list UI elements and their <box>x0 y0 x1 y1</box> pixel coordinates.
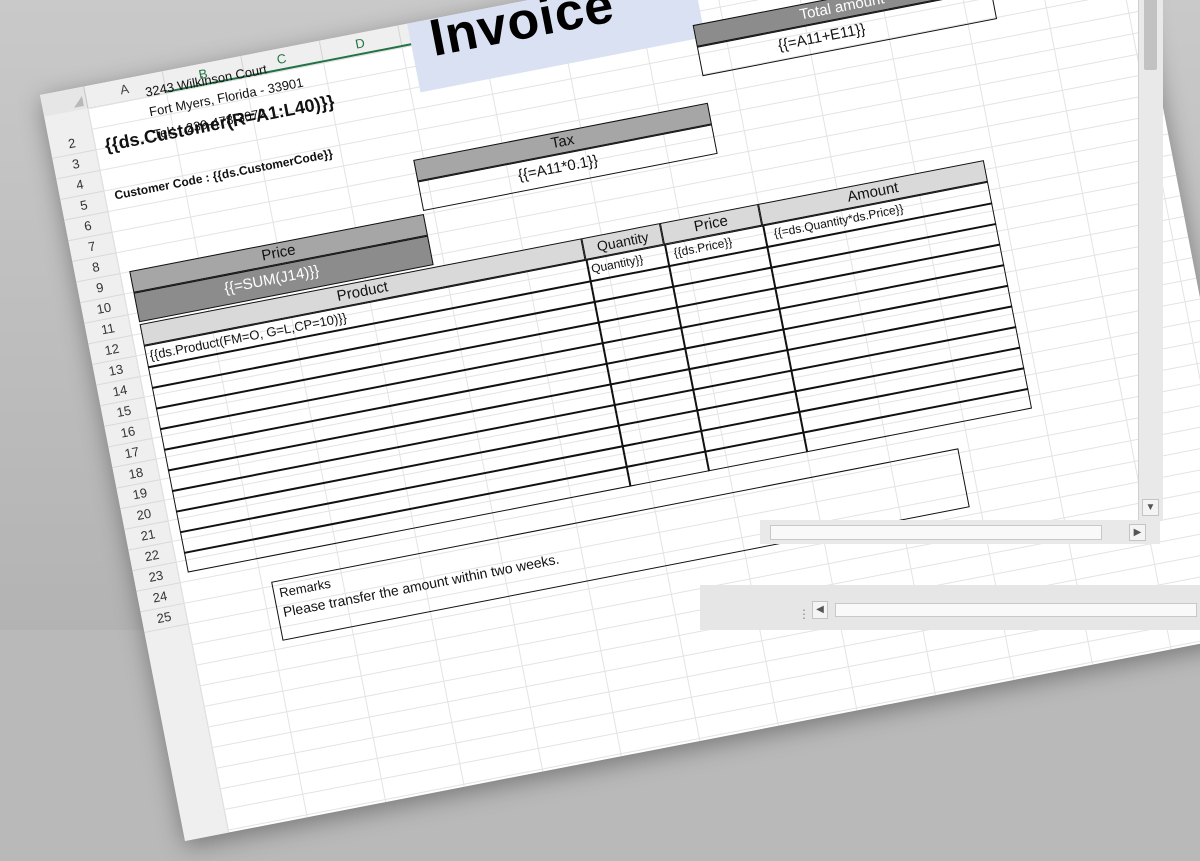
customer-code: Customer Code : {{ds.CustomerCode}} <box>113 146 334 203</box>
worksheet: A B C D E F G 2 3 4 5 6 7 8 9 10 11 12 1… <box>40 0 1200 842</box>
scroll-right-arrow-icon[interactable]: ▶ <box>1129 524 1146 541</box>
scroll-down-arrow-icon[interactable]: ▼ <box>1142 499 1159 516</box>
cell-grid[interactable]: Invoice Warehouse. Co. Ltd. 3243 Wilkins… <box>87 0 1200 835</box>
sheet-scroll-thumb[interactable] <box>835 603 1197 617</box>
vertical-scroll-thumb[interactable] <box>1144 0 1157 70</box>
spreadsheet-view: A B C D E F G 2 3 4 5 6 7 8 9 10 11 12 1… <box>40 0 1200 861</box>
scroll-left-arrow-icon[interactable]: ◀ <box>812 601 828 619</box>
more-options-icon[interactable]: ⋮ <box>798 607 811 621</box>
horizontal-scroll-thumb[interactable] <box>770 525 1102 540</box>
horizontal-scrollbar[interactable]: ▶ <box>760 520 1160 544</box>
vertical-scrollbar[interactable]: ▼ <box>1138 0 1163 520</box>
sheet-tab-bar: ⋮ ◀ <box>700 585 1200 630</box>
